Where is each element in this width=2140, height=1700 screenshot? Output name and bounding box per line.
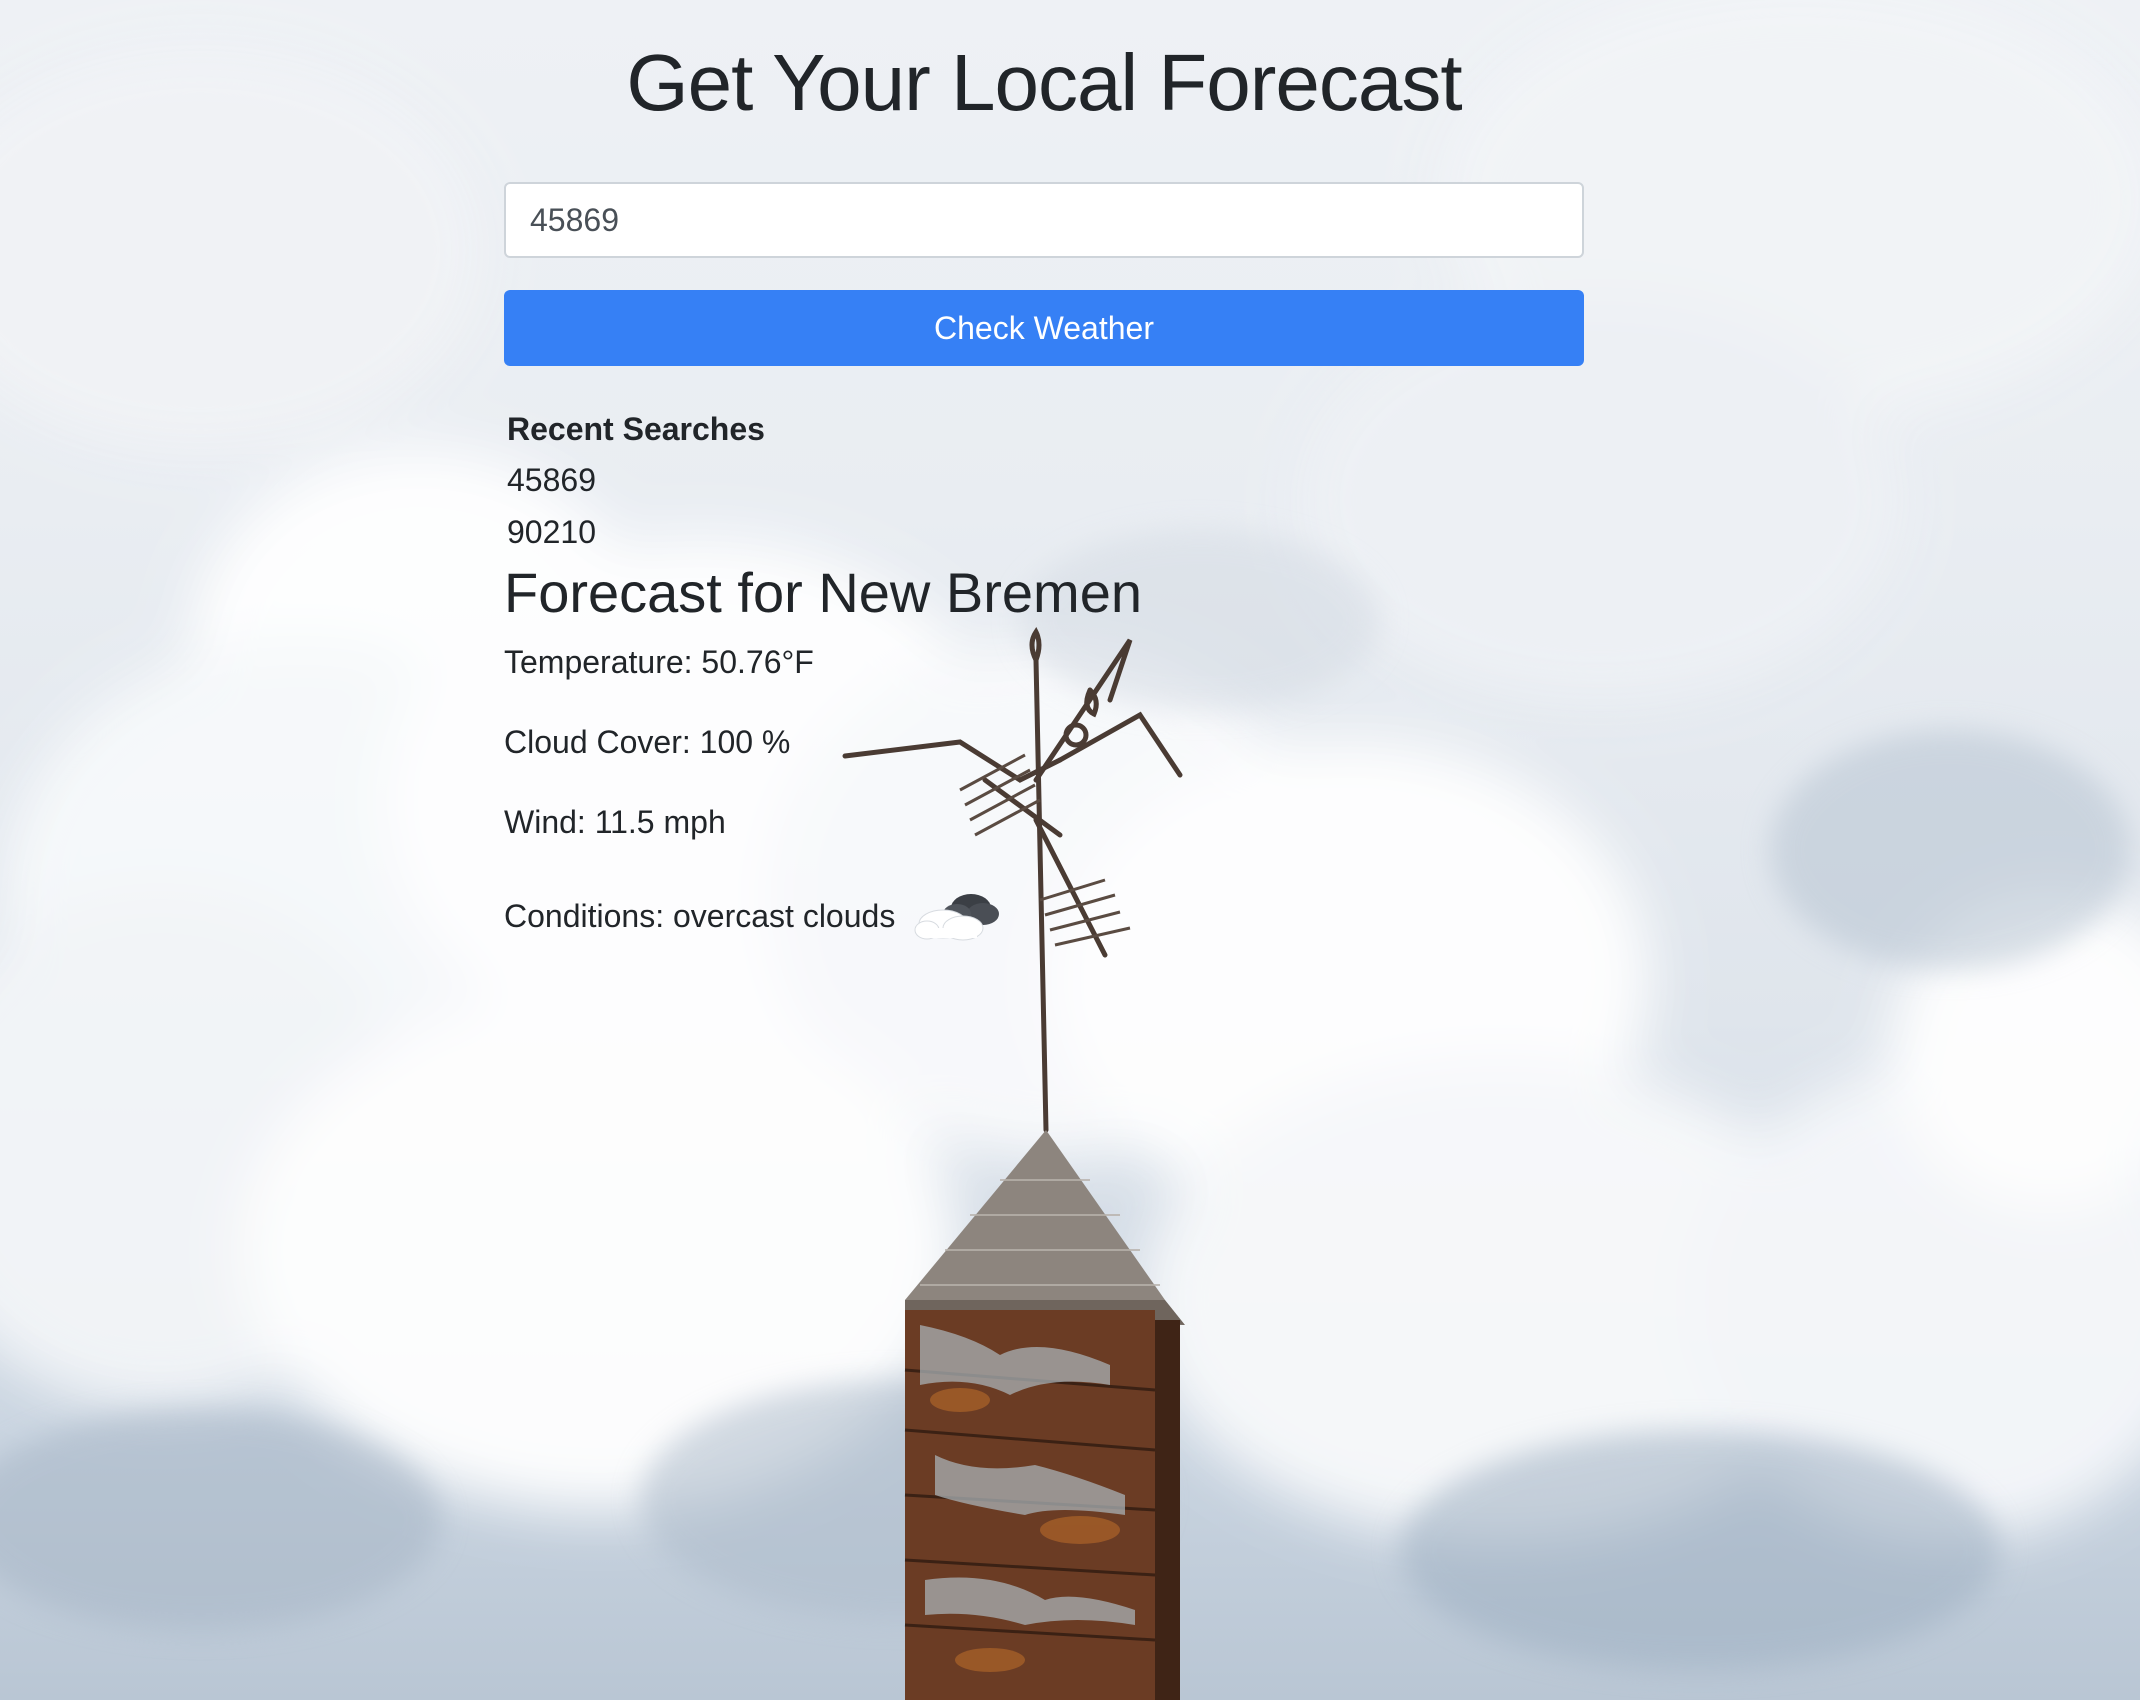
page-title: Get Your Local Forecast	[626, 38, 1462, 127]
forecast-title: Forecast for New Bremen	[504, 561, 1142, 624]
conditions-text: Conditions: overcast clouds	[504, 898, 896, 934]
overcast-cloud-icon	[914, 894, 1000, 941]
forecast-panel: Get Your Local Forecast Check Weather Re…	[504, 0, 1584, 946]
recent-search-item[interactable]: 45869	[507, 454, 1584, 506]
temperature-text: Temperature: 50.76°F	[504, 644, 814, 680]
zip-code-input[interactable]	[504, 182, 1584, 258]
recent-search-item[interactable]: 90210	[507, 506, 1584, 558]
recent-searches-list: 45869 90210	[507, 454, 1584, 558]
conditions-row: Conditions: overcast clouds	[504, 886, 1584, 946]
wind-text: Wind: 11.5 mph	[504, 804, 726, 840]
recent-searches-heading: Recent Searches	[507, 411, 765, 447]
cloud-cover-text: Cloud Cover: 100 %	[504, 724, 791, 760]
check-weather-button[interactable]: Check Weather	[504, 290, 1584, 366]
